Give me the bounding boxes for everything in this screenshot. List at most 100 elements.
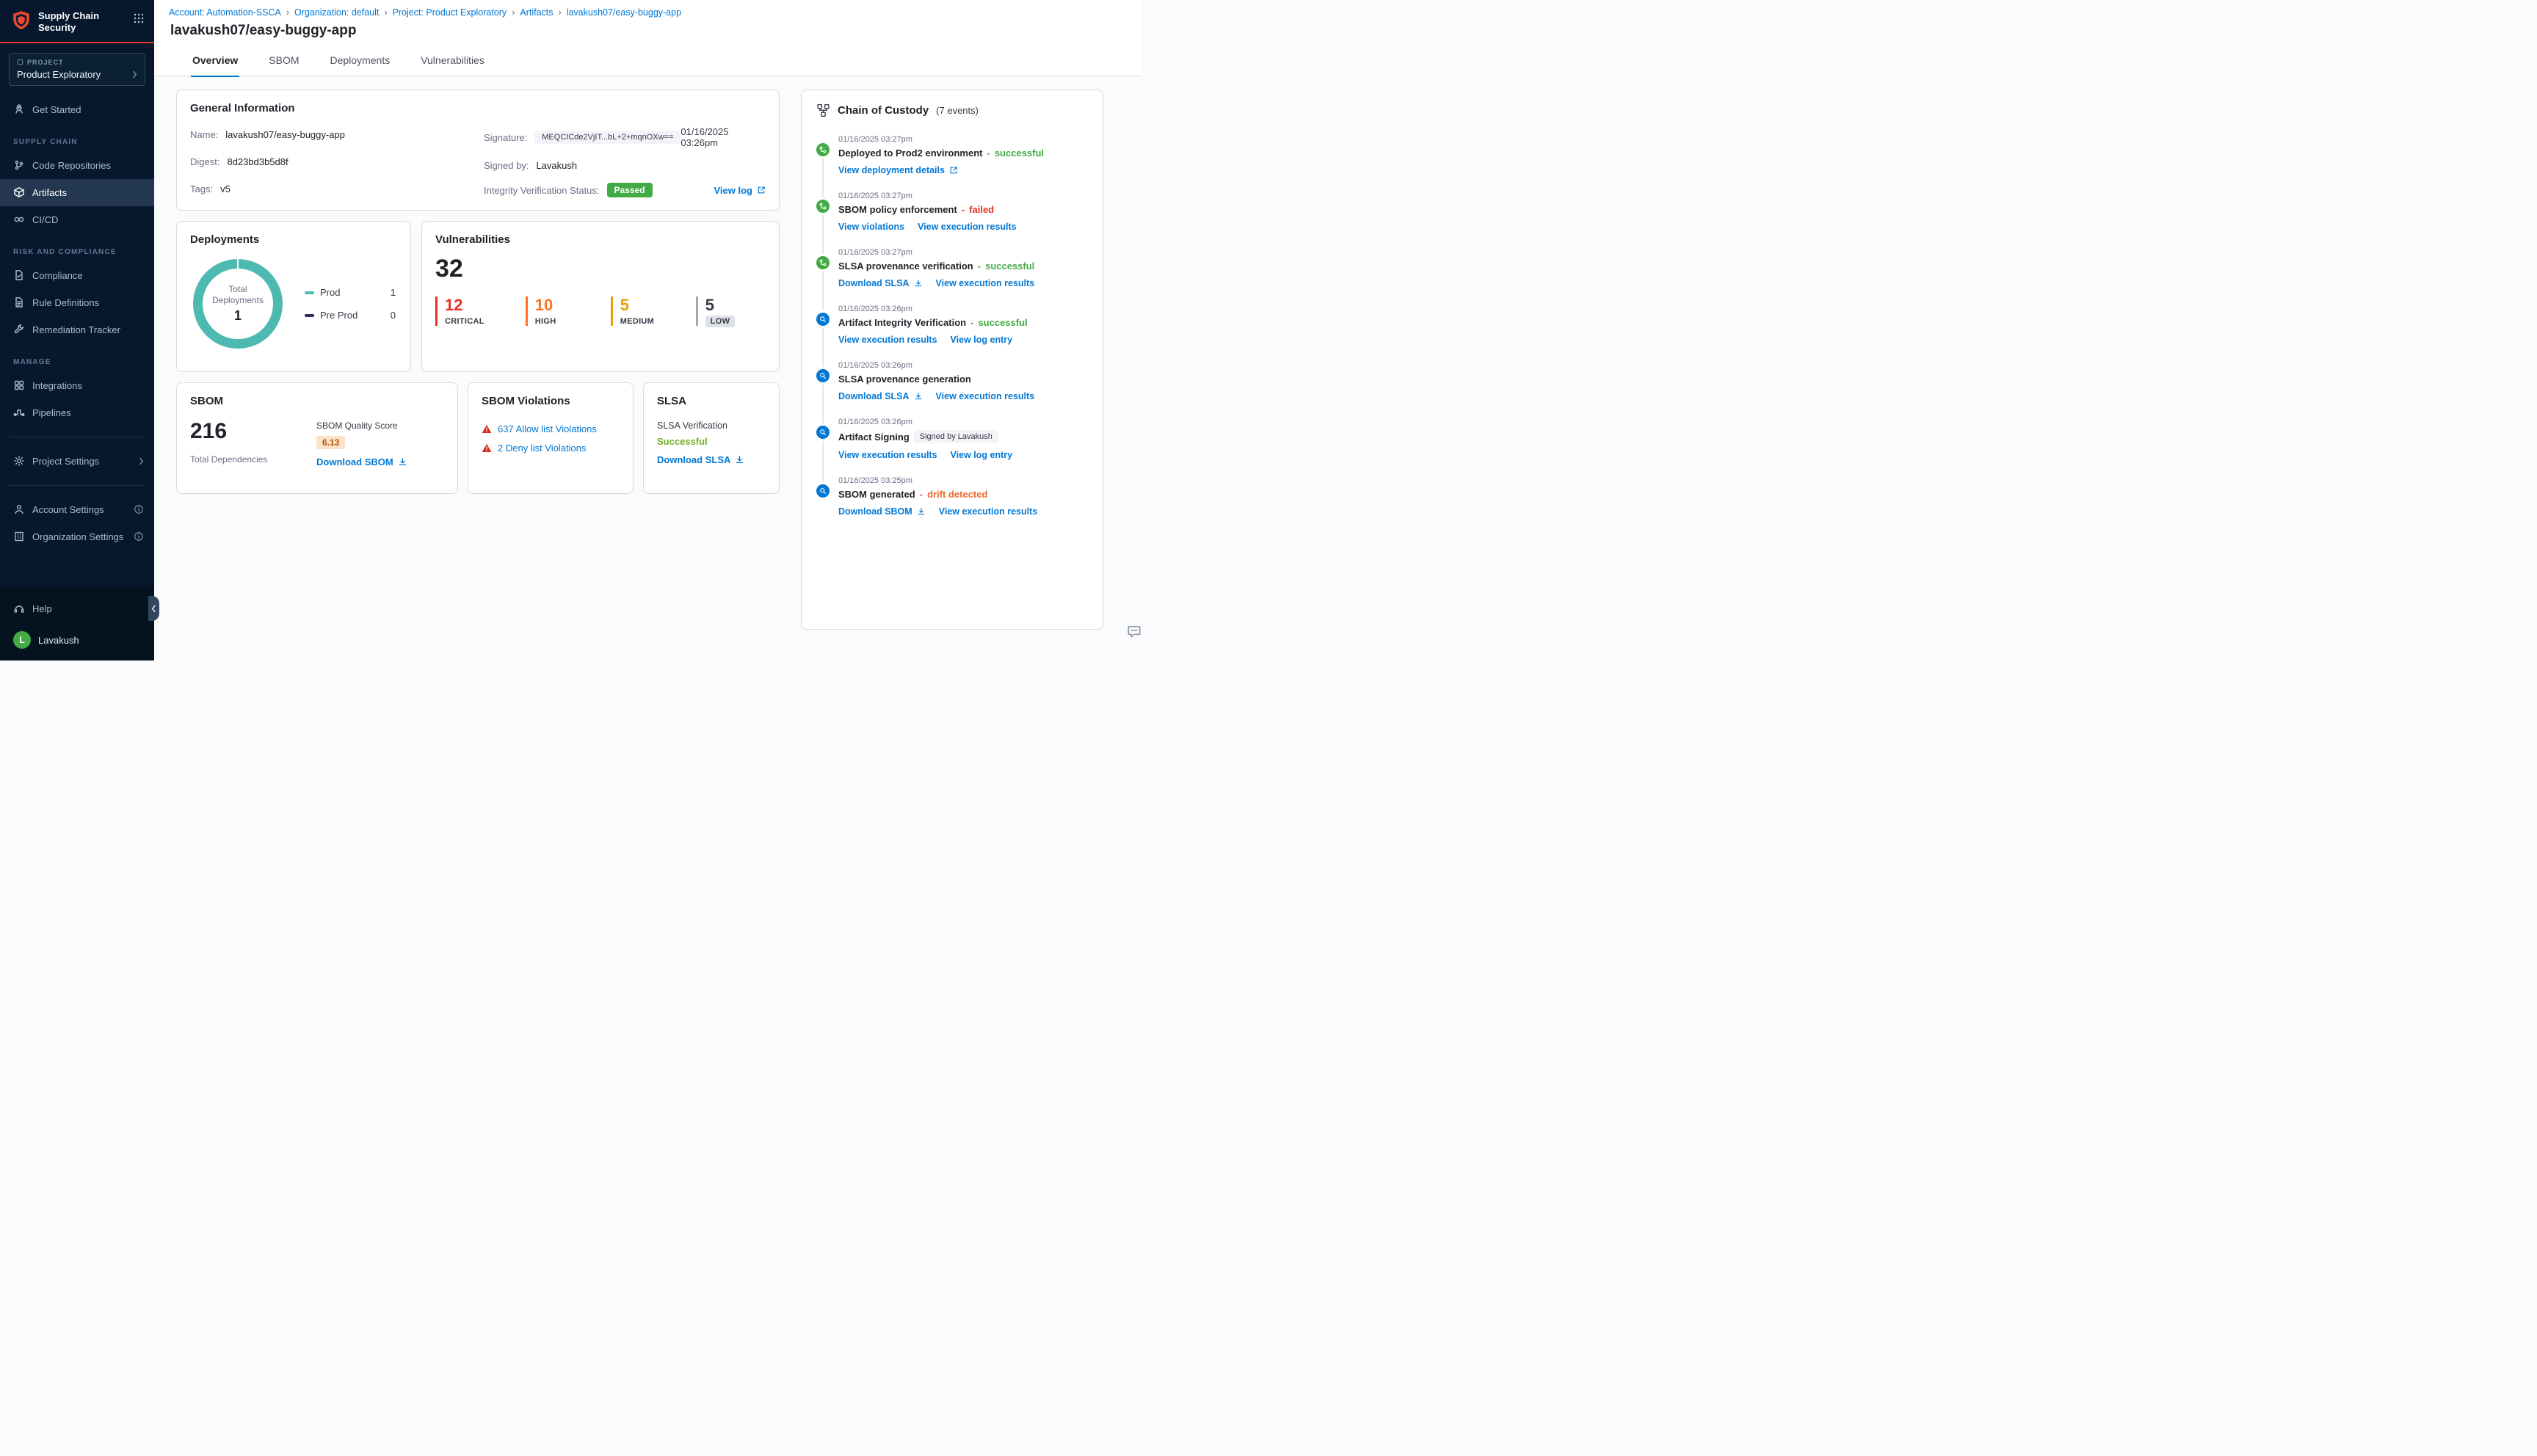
sidebar-item-label: Organization Settings bbox=[32, 531, 124, 542]
event-status: successful bbox=[978, 317, 1028, 328]
sidebar-item-organization-settings[interactable]: Organization Settings bbox=[0, 523, 154, 550]
allow-list-violations-link[interactable]: 637 Allow list Violations bbox=[482, 423, 620, 434]
user-menu[interactable]: L Lavakush bbox=[0, 622, 154, 649]
event-timestamp: 01/16/2025 03:27pm bbox=[838, 248, 912, 257]
view-execution-results-link[interactable]: View execution results bbox=[936, 391, 1035, 401]
sidebar-item-label: Pipelines bbox=[32, 407, 71, 418]
sidebar-item-help[interactable]: Help bbox=[0, 595, 154, 622]
view-log-entry-link[interactable]: View log entry bbox=[951, 450, 1013, 460]
overview-left-column: General Information Name: lavakush07/eas… bbox=[176, 90, 780, 660]
status-badge-passed: Passed bbox=[606, 183, 653, 197]
sidebar-item-label: Compliance bbox=[32, 269, 83, 281]
severity-count: 12 bbox=[445, 296, 463, 314]
link-label: View execution results bbox=[935, 278, 1035, 288]
event-title: SLSA provenance verification bbox=[838, 261, 973, 272]
event-title: SBOM generated bbox=[838, 489, 915, 500]
warning-icon bbox=[482, 424, 492, 433]
sidebar-item-pipelines[interactable]: Pipelines bbox=[0, 399, 154, 426]
breadcrumb-organization[interactable]: Organization: default bbox=[294, 7, 379, 18]
repository-icon bbox=[15, 160, 23, 170]
breadcrumb-separator: › bbox=[558, 7, 562, 18]
sidebar-item-get-started[interactable]: Get Started bbox=[0, 96, 154, 123]
breadcrumb-account[interactable]: Account: Automation-SSCA bbox=[169, 7, 281, 18]
view-deployment-details-link[interactable]: View deployment details bbox=[838, 165, 958, 175]
digest-label: Digest: bbox=[190, 156, 220, 167]
pipeline-event-icon bbox=[816, 256, 830, 269]
view-log-label: View log bbox=[714, 184, 753, 196]
signature-label: Signature: bbox=[484, 131, 528, 143]
sidebar-item-project-settings[interactable]: Project Settings bbox=[0, 448, 154, 475]
download-slsa-link[interactable]: Download SLSA bbox=[838, 391, 923, 401]
project-selector-name: Product Exploratory bbox=[17, 68, 101, 80]
download-icon bbox=[915, 392, 921, 400]
page-title: lavakush07/easy-buggy-app bbox=[170, 23, 357, 38]
view-violations-link[interactable]: View violations bbox=[838, 222, 904, 232]
deployments-card: Deployments Total Deployments 1 Prod 1 P… bbox=[176, 221, 411, 372]
sidebar-item-remediation-tracker[interactable]: Remediation Tracker bbox=[0, 316, 154, 343]
avatar: L bbox=[13, 631, 31, 649]
view-log-entry-link[interactable]: View log entry bbox=[951, 335, 1013, 345]
custody-event-1: 01/16/2025 03:27pm Deployed to Prod2 env… bbox=[816, 135, 1088, 175]
breadcrumb-project[interactable]: Project: Product Exploratory bbox=[393, 7, 507, 18]
card-title: Vulnerabilities bbox=[435, 233, 510, 246]
account-icon bbox=[15, 505, 23, 514]
tab-sbom[interactable]: SBOM bbox=[267, 54, 300, 76]
severity-label: HIGH bbox=[534, 317, 556, 327]
allow-list-violations-label: 637 Allow list Violations bbox=[498, 423, 597, 434]
event-separator: - bbox=[977, 261, 981, 272]
tags-label: Tags: bbox=[190, 183, 214, 194]
view-execution-results-link[interactable]: View execution results bbox=[936, 278, 1035, 288]
legend-swatch-prod bbox=[305, 291, 314, 294]
sidebar-item-compliance[interactable]: Compliance bbox=[0, 262, 154, 289]
project-selector[interactable]: PROJECT Product Exploratory bbox=[9, 52, 145, 86]
page-header: Account: Automation-SSCA › Organization:… bbox=[154, 0, 1142, 76]
sidebar-item-label: Help bbox=[32, 603, 52, 614]
view-log-link[interactable]: View log bbox=[714, 185, 766, 196]
card-title: SLSA bbox=[657, 395, 687, 407]
tab-deployments[interactable]: Deployments bbox=[329, 54, 392, 76]
view-execution-results-link[interactable]: View execution results bbox=[838, 450, 937, 460]
breadcrumb-separator: › bbox=[512, 7, 515, 18]
support-chat-button[interactable] bbox=[1126, 624, 1142, 640]
breadcrumb-artifacts[interactable]: Artifacts bbox=[520, 7, 553, 18]
event-title: Artifact Signing bbox=[838, 431, 910, 443]
chevron-right-icon bbox=[139, 457, 144, 465]
sidebar-item-artifacts[interactable]: Artifacts bbox=[0, 178, 154, 206]
link-label: View log entry bbox=[950, 450, 1013, 460]
download-slsa-link[interactable]: Download SLSA bbox=[657, 454, 744, 465]
sidebar-collapse-button[interactable] bbox=[148, 596, 159, 621]
gear-icon bbox=[14, 456, 24, 466]
sidebar-item-rule-definitions[interactable]: Rule Definitions bbox=[0, 289, 154, 316]
severity-count: 5 bbox=[620, 296, 629, 314]
breadcrumb-current[interactable]: lavakush07/easy-buggy-app bbox=[567, 7, 681, 18]
download-icon bbox=[918, 507, 925, 515]
download-slsa-label: Download SLSA bbox=[657, 454, 731, 465]
sidebar-item-cicd[interactable]: CI/CD bbox=[0, 206, 154, 233]
download-sbom-link[interactable]: Download SBOM bbox=[316, 456, 440, 467]
tags-value: v5 bbox=[220, 183, 231, 194]
sidebar-item-account-settings[interactable]: Account Settings bbox=[0, 496, 154, 523]
view-execution-results-link[interactable]: View execution results bbox=[838, 335, 937, 345]
organization-icon bbox=[15, 531, 23, 542]
project-selector-label: PROJECT bbox=[27, 58, 64, 66]
legend-swatch-preprod bbox=[305, 313, 314, 317]
module-switcher-icon[interactable] bbox=[134, 13, 144, 23]
view-execution-results-link[interactable]: View execution results bbox=[918, 222, 1017, 232]
tab-vulnerabilities[interactable]: Vulnerabilities bbox=[419, 54, 486, 76]
signature-date: 01/16/2025 03:26pm bbox=[680, 126, 729, 148]
severity-low: 5 LOW bbox=[695, 296, 740, 328]
cube-icon bbox=[14, 187, 24, 197]
download-slsa-link[interactable]: Download SLSA bbox=[838, 278, 923, 288]
sidebar-item-code-repositories[interactable]: Code Repositories bbox=[0, 152, 154, 179]
app-title-line1: Supply Chain bbox=[38, 10, 100, 21]
download-sbom-link[interactable]: Download SBOM bbox=[838, 506, 926, 517]
card-title: General Information bbox=[190, 102, 295, 114]
chevron-left-icon bbox=[151, 605, 156, 612]
document-check-icon bbox=[15, 270, 23, 280]
sidebar-item-integrations[interactable]: Integrations bbox=[0, 372, 154, 399]
tab-overview[interactable]: Overview bbox=[191, 54, 239, 76]
view-execution-results-link[interactable]: View execution results bbox=[939, 506, 1038, 517]
info-icon bbox=[134, 505, 143, 514]
overview-right-column: Chain of Custody (7 events) 01/16/2025 0… bbox=[801, 90, 1103, 660]
deny-list-violations-link[interactable]: 2 Deny list Violations bbox=[482, 443, 620, 454]
